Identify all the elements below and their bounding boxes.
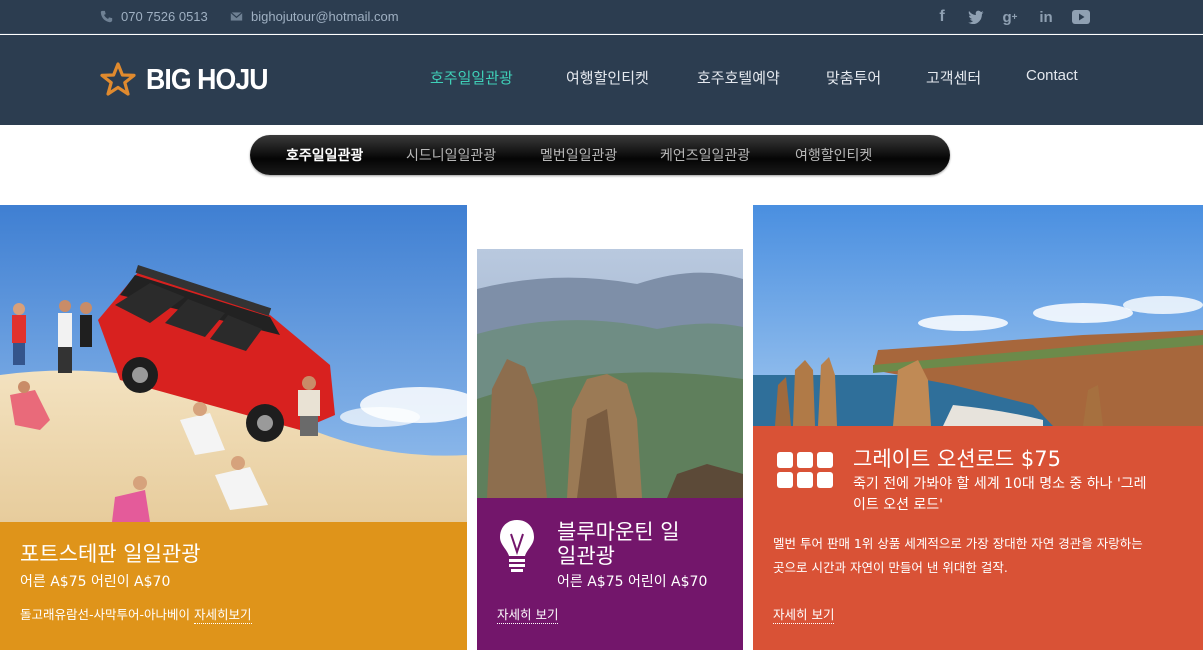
card-title[interactable]: 블루마운틴 일 일관광 — [557, 520, 680, 568]
nav-item-day-tours[interactable]: 호주일일관광 — [430, 67, 513, 91]
phone-contact: 070 7526 0513 — [100, 9, 208, 24]
card-description: 멜번 투어 판매 1위 상품 세계적으로 가장 장대한 자연 경관을 자랑하는 … — [773, 532, 1143, 580]
card-footer: 자세히 보기 — [773, 604, 835, 626]
great-ocean-road-card: 그레이트 오션로드 $75 죽기 전에 가봐야 할 세계 10대 명소 중 하나… — [753, 426, 1203, 650]
nav-item-contact[interactable]: Contact — [1026, 67, 1078, 91]
great-ocean-road-photo[interactable] — [753, 205, 1203, 426]
card-price: 어른 A$75 어린이 A$70 — [557, 574, 708, 590]
phone-icon — [100, 10, 113, 23]
phone-number: 070 7526 0513 — [121, 9, 208, 24]
email-address[interactable]: bighojutour@hotmail.com — [251, 9, 399, 24]
card-footer: 자세히 보기 — [497, 604, 559, 626]
email-contact[interactable]: bighojutour@hotmail.com — [230, 9, 399, 24]
blue-mountains-card: 블루마운틴 일 일관광 어른 A$75 어린이 A$70 자세히 보기 — [477, 498, 743, 650]
subnav-item-melbourne-day-tours[interactable]: 멜번일일관광 — [540, 145, 617, 165]
nav-item-discount-tickets[interactable]: 여행할인티켓 — [566, 67, 649, 91]
subnav-item-cairns-day-tours[interactable]: 케언즈일일관광 — [660, 145, 750, 165]
google-plus-icon[interactable]: g + — [1000, 8, 1020, 26]
port-stephens-card: 포트스테판 일일관광 어른 A$75 어린이 A$70 돌고래유람선-사막투어-… — [0, 522, 467, 650]
lightbulb-icon — [500, 520, 534, 572]
grid-icon — [777, 452, 833, 488]
logo-text: BIG HOJU — [146, 63, 269, 96]
envelope-icon — [230, 11, 243, 21]
read-more-link[interactable]: 자세히 보기 — [497, 607, 559, 624]
card-title-line-1: 블루마운틴 일 — [557, 520, 680, 544]
logo[interactable]: BIG HOJU — [100, 62, 278, 98]
card-title-line-2: 일관광 — [557, 544, 615, 568]
facebook-icon[interactable]: f — [932, 8, 952, 26]
card-description: 돌고래유람선-사막투어-아나베이 자세히보기 — [20, 604, 252, 626]
card-description-line-2: 곳으로 시간과 자연이 만들어 낸 위대한 걸작. — [773, 560, 1008, 575]
card-subtitle-line-2: 이트 오션 로드' — [853, 497, 944, 513]
card-subtitle-line-1: 죽기 전에 가봐야 할 세계 10대 명소 중 하나 '그레 — [853, 476, 1147, 492]
read-more-link[interactable]: 자세히보기 — [194, 607, 252, 624]
sub-navigation: 호주일일관광 시드니일일관광 멜번일일관광 케언즈일일관광 여행할인티켓 — [250, 135, 950, 175]
blue-mountains-photo[interactable] — [477, 249, 743, 498]
subnav-item-australia-day-tours[interactable]: 호주일일관광 — [286, 145, 363, 165]
read-more-link[interactable]: 자세히 보기 — [773, 607, 835, 624]
card-title[interactable]: 그레이트 오션로드 $75 — [853, 447, 1061, 471]
nav-item-customer-center[interactable]: 고객센터 — [926, 67, 981, 91]
subnav-item-sydney-day-tours[interactable]: 시드니일일관광 — [406, 145, 496, 165]
card-description-line-1: 멜번 투어 판매 1위 상품 세계적으로 가장 장대한 자연 경관을 자랑하는 — [773, 536, 1143, 551]
nav-item-custom-tour[interactable]: 맞춤투어 — [826, 67, 881, 91]
star-icon — [100, 62, 136, 96]
top-bar: 070 7526 0513 bighojutour@hotmail.com f … — [0, 0, 1203, 34]
card-description-text: 돌고래유람선-사막투어-아나베이 — [20, 607, 191, 622]
twitter-icon[interactable] — [966, 8, 986, 26]
port-stephens-photo[interactable] — [0, 205, 467, 522]
card-subtitle: 죽기 전에 가봐야 할 세계 10대 명소 중 하나 '그레 이트 오션 로드' — [853, 474, 1147, 516]
linkedin-icon[interactable]: in — [1036, 8, 1056, 26]
youtube-icon[interactable] — [1071, 8, 1091, 26]
subnav-item-discount-tickets[interactable]: 여행할인티켓 — [795, 145, 872, 165]
main-header: BIG HOJU 호주일일관광 여행할인티켓 호주호텔예약 맞춤투어 고객센터 … — [0, 35, 1203, 125]
nav-item-hotel-booking[interactable]: 호주호텔예약 — [697, 67, 780, 91]
card-price: 어른 A$75 어린이 A$70 — [20, 574, 171, 590]
card-title[interactable]: 포트스테판 일일관광 — [20, 542, 201, 566]
